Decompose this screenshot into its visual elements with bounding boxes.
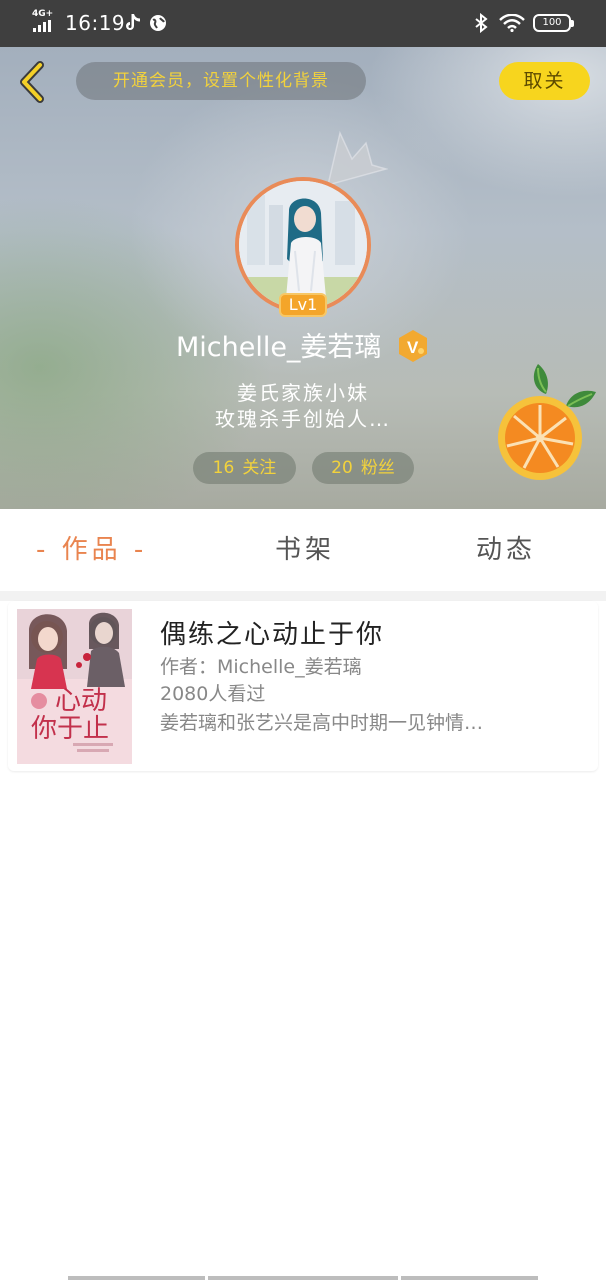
- divider: [0, 591, 606, 601]
- tiktok-icon: [126, 14, 140, 30]
- status-bar: 4G+ 16:19 100: [0, 0, 606, 47]
- vip-banner[interactable]: 开通会员，设置个性化背景: [76, 62, 366, 100]
- globe-icon: [150, 15, 166, 31]
- book-cover-text-line: 心动: [55, 686, 107, 716]
- wifi-icon: [499, 14, 525, 32]
- avatar-photo: [239, 181, 367, 309]
- nav-hint-bar[interactable]: [68, 1276, 205, 1280]
- following-count: 16: [212, 458, 235, 478]
- signal-icon: [33, 20, 51, 32]
- tab-feed[interactable]: 动态: [476, 509, 536, 591]
- tab-works[interactable]: - 作品 -: [36, 509, 147, 591]
- back-arrow-icon[interactable]: [14, 59, 48, 105]
- username-text: Michelle_姜若璃: [175, 331, 382, 363]
- fans-count: 20: [331, 458, 353, 478]
- level-badge: Lv1: [279, 293, 327, 317]
- fans-label: 粉丝: [360, 458, 395, 478]
- clock: 16:19: [65, 11, 126, 35]
- orange-icon[interactable]: [494, 362, 602, 482]
- book-cover-art: 心动 你于止: [17, 609, 132, 764]
- book-cover[interactable]: 心动 你于止: [17, 609, 132, 764]
- battery-icon: 100: [533, 14, 574, 32]
- book-card[interactable]: 心动 你于止 偶练之心动止于你 作者：Michelle_姜若璃 2080人看过 …: [8, 601, 598, 771]
- unfollow-button[interactable]: 取关: [499, 62, 590, 100]
- battery-level: 100: [542, 17, 562, 28]
- profile-tabs: - 作品 - 书架 动态: [0, 509, 606, 591]
- following-stat[interactable]: 16 关注: [193, 452, 296, 484]
- book-cover-text-line: 你于止: [31, 714, 109, 744]
- book-description: 姜若璃和张艺兴是高中时期一见钟情…: [160, 712, 484, 734]
- tab-shelf[interactable]: 书架: [275, 509, 335, 591]
- bluetooth-icon: [475, 13, 488, 33]
- book-author: 作者：Michelle_姜若璃: [160, 656, 362, 678]
- verified-icon: V: [399, 329, 428, 362]
- book-views: 2080人看过: [160, 683, 266, 705]
- fans-stat[interactable]: 20 粉丝: [312, 452, 414, 484]
- verified-letter: V: [407, 338, 419, 357]
- username: Michelle_姜若璃 V: [0, 327, 606, 367]
- network-type: 4G+: [32, 9, 54, 19]
- book-title[interactable]: 偶练之心动止于你: [160, 617, 384, 653]
- following-label: 关注: [242, 458, 277, 478]
- nav-hint-bar[interactable]: [208, 1276, 398, 1280]
- profile-header: 开通会员，设置个性化背景 取关 Lv1 Michelle_姜若璃 V 姜氏家族小…: [0, 47, 606, 509]
- nav-hint-bar[interactable]: [401, 1276, 538, 1280]
